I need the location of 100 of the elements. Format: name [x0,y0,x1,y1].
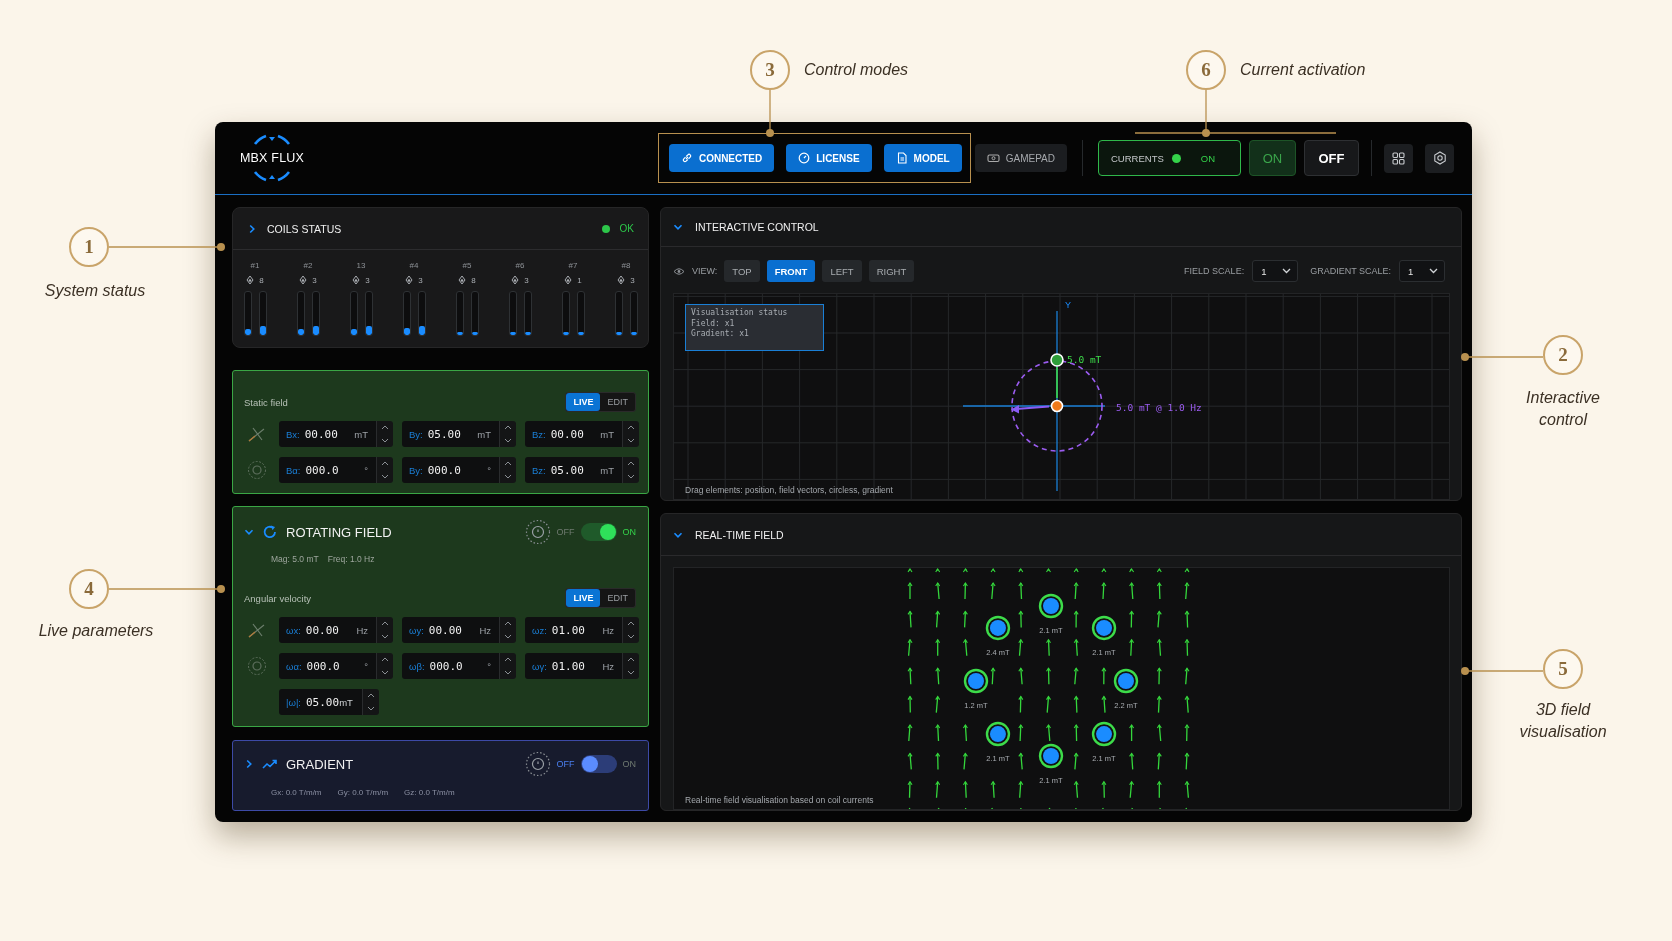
view-tab[interactable]: RIGHT [868,260,915,282]
toggle-label: OFF [556,759,575,769]
step-number: 5 [1543,649,1583,689]
coil-marker[interactable] [1038,743,1064,769]
chevron-up-icon [504,461,512,466]
coil-reading: 8 [259,275,264,285]
position-handle[interactable] [1050,399,1064,413]
view-tab[interactable]: TOP [724,260,760,282]
coil-label: #6 [515,261,525,270]
view-tab[interactable]: LEFT [822,260,862,282]
stepper[interactable] [622,617,639,643]
number-field[interactable]: ωβ: 000.0 ° [402,653,499,679]
coil-marker[interactable] [1038,593,1064,619]
chevron-down-icon [381,438,389,443]
number-field[interactable]: ωy: 00.00 Hz [402,617,499,643]
number-field[interactable]: Bz: 00.00 mT [525,421,622,447]
number-field[interactable]: |ω|: 05.00mT [279,689,362,715]
mode-button[interactable]: GAMEPAD [974,144,1067,172]
stepper[interactable] [362,689,379,715]
coil-label: 13 [356,261,366,270]
number-field[interactable]: By: 05.00 mT [402,421,499,447]
number-field[interactable]: Bz: 05.00 mT [525,457,622,483]
chevron-icon[interactable] [244,527,254,537]
coil-label: #7 [568,261,578,270]
scale-select[interactable]: 1 [1399,260,1445,282]
number-field[interactable]: ωx: 00.00 Hz [279,617,376,643]
rotation-label: 5.0 mT @ 1.0 Hz [1116,402,1202,413]
callout-label: Control modes [804,60,909,80]
coil-marker[interactable] [1091,615,1117,641]
stepper[interactable] [499,421,516,447]
layout-button[interactable] [1384,143,1413,173]
chevron-down-icon [627,670,635,675]
stepper[interactable] [376,421,393,447]
coil-marker[interactable] [1113,668,1139,694]
mode-button[interactable]: MODEL [883,144,962,172]
status-box: Visualisation status Field: x1 Gradient: x1 [685,304,824,351]
chevron-icon[interactable] [673,222,683,232]
rotation-arrow[interactable] [1011,405,1050,414]
scale-select[interactable]: 1 [1252,260,1299,282]
summary-text: Gx: 0.0 T/m/m [271,788,322,797]
coil-reading: 1 [577,275,582,285]
toggle-switch[interactable] [580,755,617,773]
summary-text: Gy: 0.0 T/m/m [337,788,389,797]
sensor-icon [511,275,520,285]
field-vector[interactable] [1050,353,1064,399]
mode-button[interactable]: LICENSE [786,144,872,172]
status-text: OK [619,223,634,234]
stepper[interactable] [376,653,393,679]
number-field[interactable]: By: 000.0 ° [402,457,499,483]
coil-label: #8 [621,261,631,270]
stepper[interactable] [376,617,393,643]
control-canvas[interactable]: Y 5.0 mT 5.0 mT @ 1.0 Hz Visualisation status Field: x1 Gradient: x1 Drag elements: position, field vectors, circless, gradient [673,293,1450,500]
chevron-up-icon [504,621,512,626]
stepper[interactable] [376,457,393,483]
coil-marker[interactable] [985,721,1011,747]
chevron-icon[interactable] [247,223,257,234]
caret-icon [1282,268,1292,274]
toggle-label: OFF [556,527,575,537]
sensor-icon [352,275,361,285]
stepper[interactable] [622,457,639,483]
number-field[interactable]: Bx: 00.00 mT [279,421,376,447]
stepper[interactable] [622,653,639,679]
power-button[interactable]: OFF [1304,140,1359,176]
number-field[interactable]: Bα: 000.0 ° [279,457,376,483]
mode-tab[interactable]: EDIT [600,393,635,411]
coil-label: #1 [250,261,260,270]
mode-tab[interactable]: LIVE [566,589,601,607]
axes-icon [247,621,267,639]
coil-marker[interactable] [985,615,1011,641]
stepper[interactable] [499,617,516,643]
panel-title: ROTATING FIELD [286,524,392,540]
view-tab[interactable]: FRONT [766,260,816,282]
coil-marker[interactable] [963,668,989,694]
stepper[interactable] [622,421,639,447]
coil-marker[interactable] [1091,721,1117,747]
stepper[interactable] [499,457,516,483]
number-field[interactable]: ωα: 000.0 ° [279,653,376,679]
toggle-switch[interactable] [580,523,617,541]
dial-icon [247,656,267,676]
power-button[interactable]: ON [1249,140,1296,176]
number-field[interactable]: ωz: 01.00 Hz [525,617,622,643]
chevron-up-icon [381,621,389,626]
chevron-down-icon [627,438,635,443]
sensor-icon [405,275,414,285]
panel-title: REAL-TIME FIELD [695,528,784,541]
coil-reading: 3 [524,275,529,285]
chevron-down-icon [627,474,635,479]
section-label: Static field [244,396,288,408]
chevron-down-icon [504,670,512,675]
chevron-down-icon [381,474,389,479]
coil-reading: 3 [418,275,423,285]
chevron-up-icon [381,657,389,662]
number-field[interactable]: ωγ: 01.00 Hz [525,653,622,679]
chevron-icon[interactable] [244,759,254,769]
mode-button[interactable]: CONNECTED [668,144,775,172]
mode-tab[interactable]: EDIT [600,589,635,607]
settings-button[interactable] [1425,143,1454,173]
stepper[interactable] [499,653,516,679]
mode-tab[interactable]: LIVE [566,393,601,411]
chevron-up-icon [627,621,635,626]
